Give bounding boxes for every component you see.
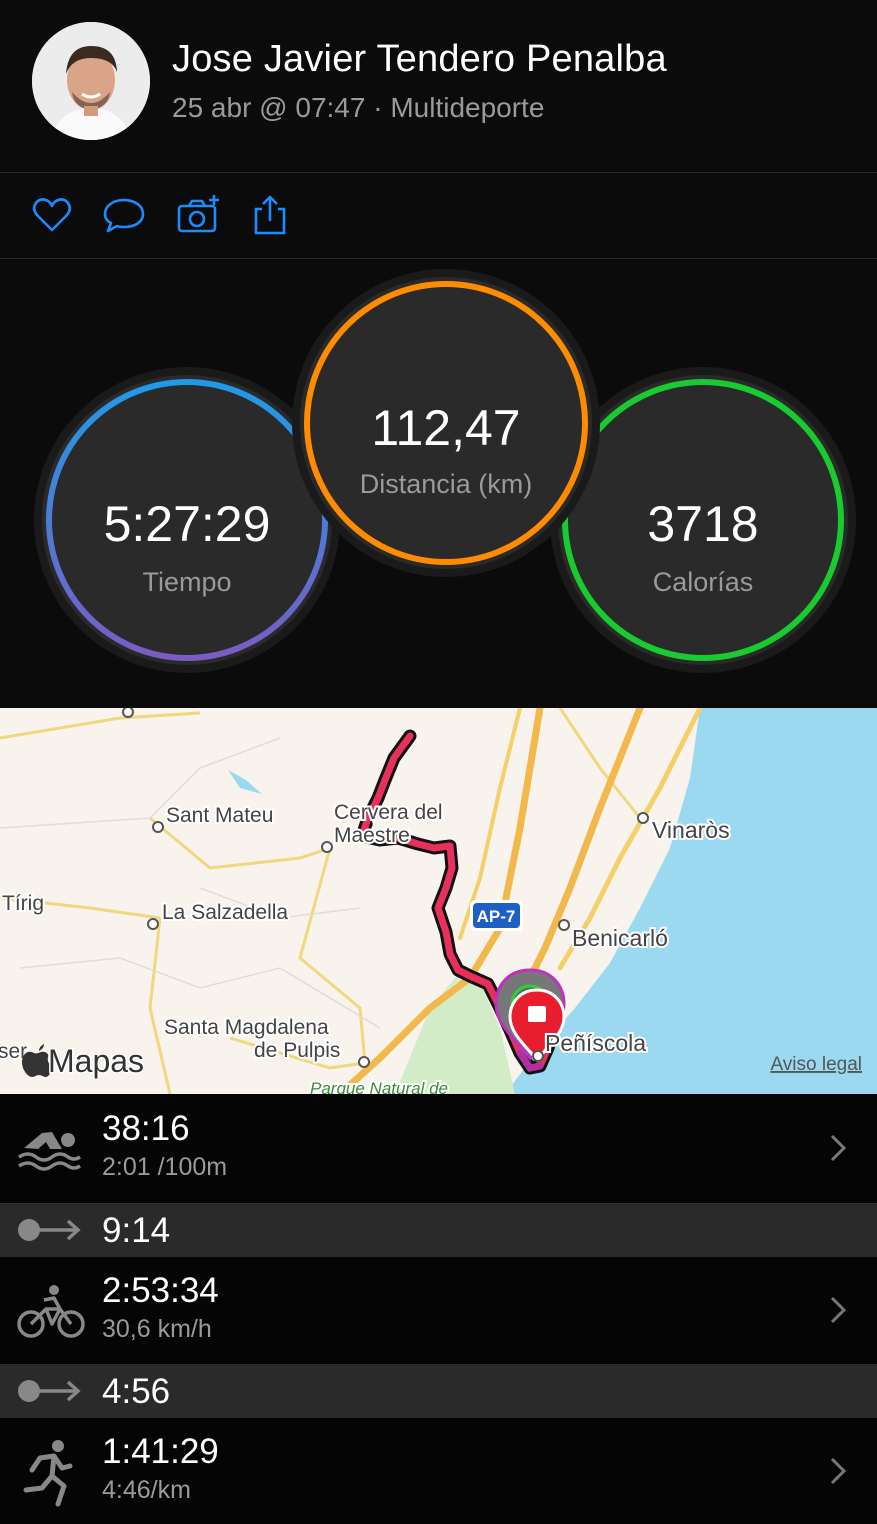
label-santa-magdalena: Santa Magdalena (164, 1016, 329, 1039)
label-benicarlo: Benicarló (572, 925, 668, 951)
distance-stat[interactable]: 112,47 Distancia (km) (300, 277, 592, 569)
label-peniscola: Peñíscola (545, 1030, 646, 1056)
comment-icon[interactable] (102, 193, 146, 237)
distance-label: Distancia (km) (359, 469, 533, 499)
time-stat[interactable]: 5:27:29 Tiempo (42, 375, 332, 665)
label-de-pulpis: de Pulpis (254, 1039, 340, 1062)
transition-time: 4:56 (102, 1372, 171, 1411)
segment-row-swim[interactable]: 38:16 2:01 /100m (0, 1095, 877, 1202)
avatar[interactable] (32, 22, 150, 140)
transition-icon (18, 1219, 81, 1241)
label-maestre: Maestre (334, 824, 410, 847)
segment-time: 2:53:34 (102, 1271, 219, 1310)
segment-pace: 2:01 /100m (102, 1153, 228, 1181)
calories-value: 3718 (647, 496, 759, 552)
label-cervera: Cervera del (334, 801, 443, 824)
transition-row: 9:14 (0, 1203, 877, 1257)
chevron-right-icon (830, 1134, 847, 1162)
label-sant-mateu: Sant Mateu (166, 804, 273, 827)
camera-add-icon[interactable] (176, 193, 220, 237)
transition-icon (18, 1380, 81, 1402)
label-la-salzadella: La Salzadella (162, 901, 288, 924)
maps-brand: Mapas (22, 1042, 146, 1081)
label-parque-natural: Parque Natural de (310, 1079, 448, 1094)
reservoir (228, 770, 262, 794)
bike-icon (17, 1285, 85, 1338)
avatar-photo (32, 22, 150, 140)
segment-pace: 4:46/km (102, 1476, 191, 1504)
athlete-name[interactable]: Jose Javier Tendero Penalba (172, 38, 667, 81)
segment-time: 38:16 (102, 1109, 190, 1148)
share-icon[interactable] (248, 193, 292, 237)
legal-link[interactable]: Aviso legal (770, 1054, 862, 1075)
segment-row-run[interactable]: 1:41:29 4:46/km (0, 1418, 877, 1524)
action-bar (0, 173, 877, 258)
calories-label: Calorías (652, 567, 754, 597)
svg-text:Mapas: Mapas (48, 1043, 144, 1079)
activity-header: Jose Javier Tendero Penalba 25 abr @ 07:… (0, 0, 877, 172)
label-vinaros: Vinaròs (652, 817, 730, 843)
segment-pace: 30,6 km/h (102, 1315, 212, 1343)
transition-time: 9:14 (102, 1211, 171, 1250)
transition-row: 4:56 (0, 1364, 877, 1418)
minor-roads (0, 737, 381, 1029)
chevron-right-icon (830, 1457, 847, 1485)
stats-panel: 5:27:29 Tiempo 3718 Calorías 112,47 Dist… (0, 259, 877, 708)
calories-stat[interactable]: 3718 Calorías (558, 375, 848, 665)
label-tirig: Tírig (2, 892, 44, 915)
time-label: Tiempo (142, 567, 232, 597)
chevron-right-icon (830, 1296, 847, 1324)
route-map[interactable]: AP-7 Sant Mateu Cervera del Maestre Vina… (0, 708, 877, 1094)
stop-icon (528, 1006, 546, 1022)
heart-icon[interactable] (30, 193, 74, 237)
segment-time: 1:41:29 (102, 1432, 219, 1471)
distance-value: 112,47 (371, 400, 521, 456)
svg-text:AP-7: AP-7 (477, 907, 516, 926)
swim-icon (18, 1132, 81, 1171)
run-icon (23, 1440, 73, 1507)
segment-row-bike[interactable]: 2:53:34 30,6 km/h (0, 1257, 877, 1363)
activity-meta: 25 abr @ 07:47 · Multideporte (172, 92, 545, 123)
highway-shield: AP-7 (470, 900, 523, 931)
time-value: 5:27:29 (103, 496, 271, 552)
